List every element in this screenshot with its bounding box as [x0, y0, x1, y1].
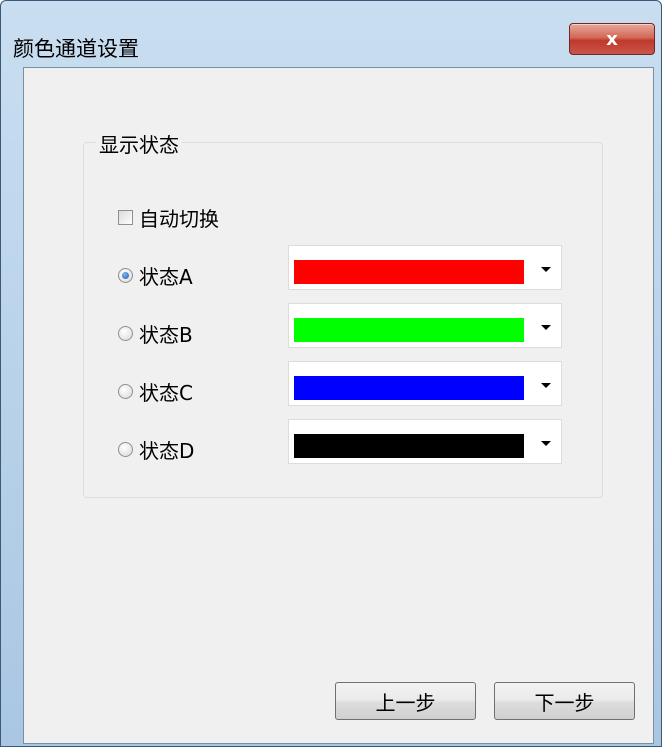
state-b-label: 状态B	[139, 323, 193, 347]
prev-step-button[interactable]: 上一步	[335, 682, 476, 720]
state-a-label: 状态A	[139, 265, 193, 289]
state-d-radio[interactable]: 状态D	[118, 435, 194, 464]
state-c-radio[interactable]: 状态C	[118, 377, 193, 406]
auto-switch-checkbox[interactable]: 自动切换	[118, 203, 219, 232]
title-bar[interactable]: 颜色通道设置 x	[1, 1, 661, 63]
state-d-color-select[interactable]	[288, 419, 562, 464]
checkbox-box[interactable]	[118, 210, 133, 225]
dropdown-arrow-icon[interactable]	[541, 441, 551, 446]
dropdown-arrow-icon[interactable]	[541, 383, 551, 388]
dialog-content: 显示状态 自动切换 状态A 状态B 状态C 状态D 上一步 下一步	[23, 67, 654, 744]
radio-button[interactable]	[118, 442, 133, 457]
radio-button[interactable]	[118, 326, 133, 341]
radio-button[interactable]	[118, 268, 133, 283]
state-b-color-select[interactable]	[288, 303, 562, 348]
auto-switch-label: 自动切换	[139, 207, 219, 231]
close-icon: x	[606, 28, 618, 50]
close-button[interactable]: x	[569, 23, 655, 55]
dialog-window: 颜色通道设置 x 显示状态 自动切换 状态A 状态B 状态C 状态D 上一步 下…	[0, 0, 662, 747]
state-c-label: 状态C	[139, 381, 193, 405]
state-b-radio[interactable]: 状态B	[118, 319, 193, 348]
next-step-button[interactable]: 下一步	[494, 682, 635, 720]
window-title: 颜色通道设置	[13, 37, 139, 61]
state-a-radio[interactable]: 状态A	[118, 261, 193, 290]
group-title: 显示状态	[96, 129, 182, 158]
color-swatch	[294, 260, 524, 284]
color-swatch	[294, 318, 524, 342]
dropdown-arrow-icon[interactable]	[541, 267, 551, 272]
state-a-color-select[interactable]	[288, 245, 562, 290]
radio-button[interactable]	[118, 384, 133, 399]
color-swatch	[294, 376, 524, 400]
color-swatch	[294, 434, 524, 458]
dropdown-arrow-icon[interactable]	[541, 325, 551, 330]
state-d-label: 状态D	[139, 439, 195, 463]
display-state-group: 显示状态 自动切换 状态A 状态B 状态C 状态D	[83, 129, 603, 498]
state-c-color-select[interactable]	[288, 361, 562, 406]
